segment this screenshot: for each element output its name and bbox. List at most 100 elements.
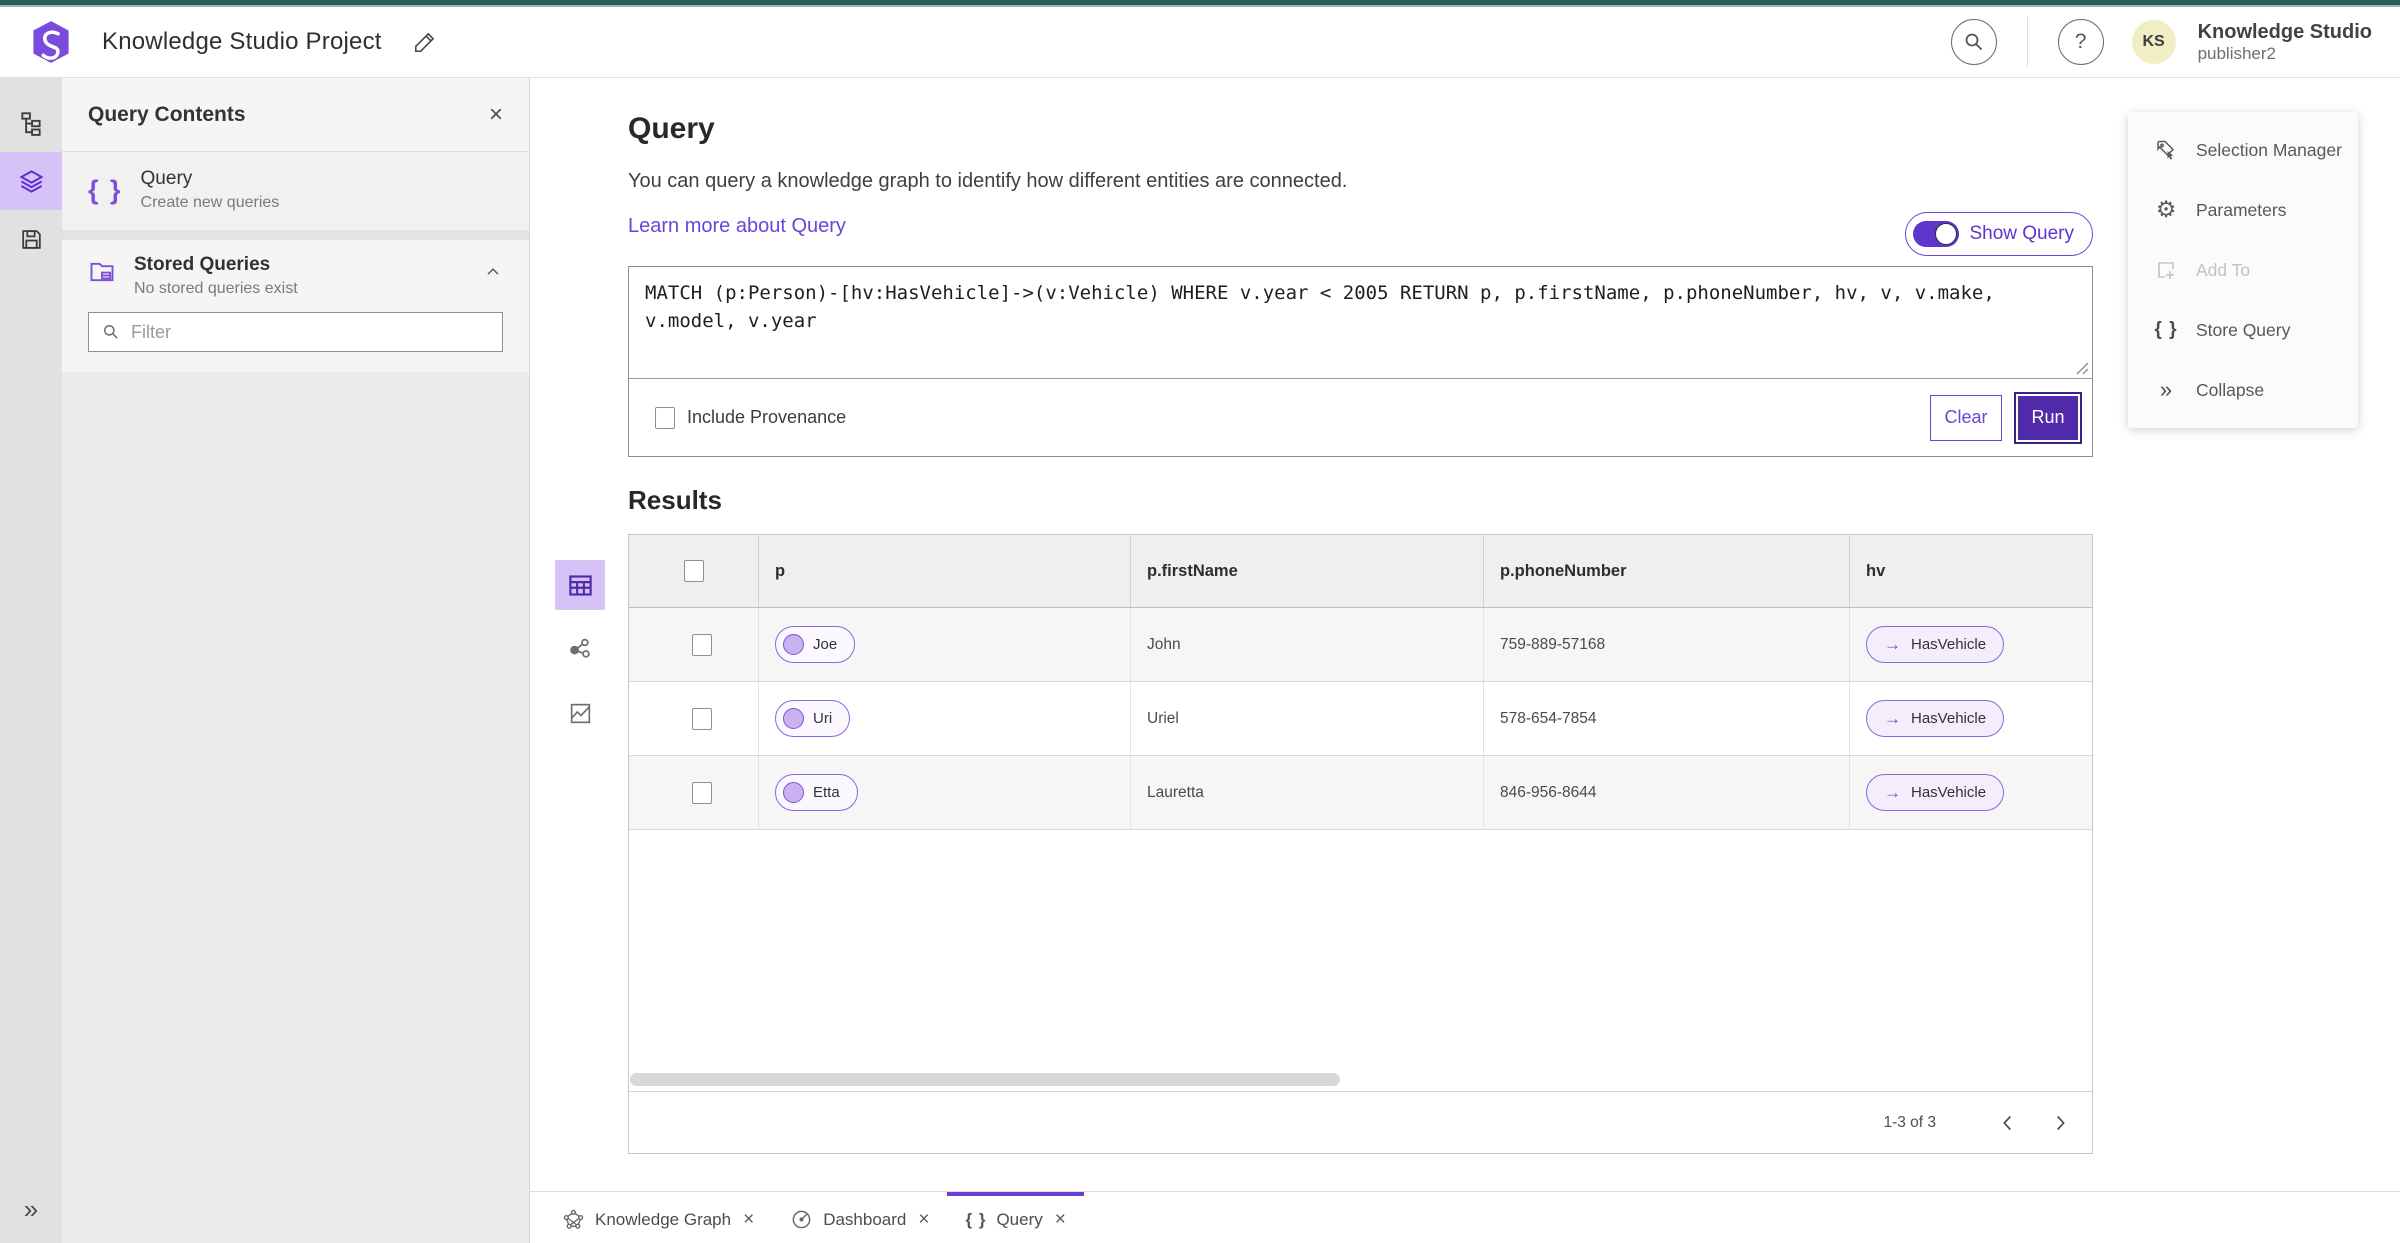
action-label: Add To: [2196, 259, 2251, 280]
edge-pill[interactable]: → HasVehicle: [1866, 626, 2005, 663]
chevron-up-icon[interactable]: [483, 262, 503, 287]
column-header-p[interactable]: p: [759, 535, 1131, 607]
tab-label: Dashboard: [823, 1209, 907, 1229]
filter-input[interactable]: [131, 321, 490, 343]
arrow-right-icon: →: [1884, 783, 1901, 802]
user-info: Knowledge Studio publisher2: [2198, 21, 2372, 64]
tab-knowledge-graph[interactable]: Knowledge Graph ×: [544, 1192, 772, 1243]
row-checkbox[interactable]: [691, 633, 712, 656]
cell-firstname: Lauretta: [1131, 756, 1484, 829]
node-label: Etta: [813, 784, 840, 801]
filter-field[interactable]: [88, 312, 503, 352]
braces-icon: { }: [88, 174, 123, 205]
include-provenance-label: Include Provenance: [687, 407, 847, 427]
view-network-button[interactable]: [555, 624, 605, 674]
brand-strip: [0, 0, 2400, 7]
username: publisher2: [2197, 43, 2277, 63]
page-title: Knowledge Studio Project: [102, 28, 382, 55]
include-provenance-checkbox[interactable]: [655, 406, 675, 429]
rail-item-hierarchy[interactable]: [0, 94, 62, 152]
selection-manager-item[interactable]: Selection Manager: [2128, 120, 2358, 180]
query-actions-panel: Selection Manager ⚙ Parameters Add To { …: [2128, 112, 2358, 428]
resize-handle[interactable]: [2076, 362, 2089, 380]
stored-queries-header[interactable]: Stored Queries No stored queries exist: [88, 254, 503, 298]
action-label: Parameters: [2196, 199, 2287, 220]
double-chevron-right-icon: »: [2159, 377, 2173, 402]
parameters-item[interactable]: ⚙ Parameters: [2128, 180, 2358, 240]
close-tab-icon[interactable]: ×: [918, 1210, 929, 1229]
search-button[interactable]: [1950, 19, 1997, 65]
table-row: Etta Lauretta 846-956-8644 → HasVehicle: [629, 756, 2092, 830]
gauge-icon: [790, 1208, 813, 1231]
query-item-subtitle: Create new queries: [140, 194, 280, 211]
map-view-icon: [568, 701, 593, 726]
node-icon: [783, 634, 804, 655]
app-header: Knowledge Studio Project ? KS Knowledge …: [0, 7, 2400, 78]
select-all-checkbox[interactable]: [683, 560, 704, 582]
edge-pill[interactable]: → HasVehicle: [1866, 774, 2005, 811]
column-header-phonenumber[interactable]: p.phoneNumber: [1484, 535, 1850, 607]
query-editor: MATCH (p:Person)-[hv:HasVehicle]->(v:Veh…: [628, 266, 2093, 457]
row-checkbox[interactable]: [691, 707, 712, 730]
pagination-label: 1-3 of 3: [1883, 1113, 1936, 1131]
tab-query[interactable]: { } Query ×: [947, 1192, 1084, 1243]
stored-queries-title: Stored Queries: [134, 254, 271, 275]
edge-pill[interactable]: → HasVehicle: [1866, 700, 2005, 737]
node-label: Joe: [813, 636, 838, 653]
store-query-item[interactable]: { } Store Query: [2128, 300, 2358, 360]
view-map-button[interactable]: [555, 688, 605, 738]
previous-page-button[interactable]: [1992, 1107, 2024, 1139]
close-tab-icon[interactable]: ×: [743, 1210, 754, 1229]
close-tab-icon[interactable]: ×: [1055, 1210, 1066, 1229]
cell-firstname: John: [1131, 608, 1484, 681]
clear-button[interactable]: Clear: [1930, 394, 2002, 441]
braces-icon: { }: [965, 1209, 987, 1229]
arrow-right-icon: →: [1884, 635, 1901, 654]
edit-title-icon[interactable]: [412, 29, 438, 55]
table-view-icon: [567, 572, 594, 599]
show-query-toggle[interactable]: Show Query: [1905, 212, 2093, 256]
cell-phonenumber: 578-654-7854: [1484, 682, 1850, 755]
arrow-right-icon: →: [1884, 709, 1901, 728]
node-pill[interactable]: Uri: [775, 700, 851, 737]
toggle-knob: [1935, 223, 1958, 245]
view-table-button[interactable]: [555, 560, 605, 610]
rail-item-queries[interactable]: [0, 152, 62, 210]
table-empty-space: [629, 830, 2092, 1091]
horizontal-scrollbar[interactable]: [630, 1073, 1340, 1086]
next-page-button[interactable]: [2044, 1107, 2076, 1139]
avatar[interactable]: KS: [2131, 20, 2176, 64]
column-header-hv[interactable]: hv: [1850, 535, 2092, 607]
add-to-icon: [2152, 258, 2180, 282]
expand-panel-button[interactable]: »: [0, 1194, 62, 1225]
rail-item-saved[interactable]: [0, 210, 62, 268]
close-panel-icon[interactable]: ×: [489, 102, 503, 127]
stored-queries-subtitle: No stored queries exist: [134, 280, 298, 297]
row-checkbox[interactable]: [691, 781, 712, 804]
table-header-row: p p.firstName p.phoneNumber hv: [629, 535, 2092, 608]
action-label: Collapse: [2196, 379, 2265, 400]
tab-label: Knowledge Graph: [595, 1209, 732, 1229]
query-text-input[interactable]: MATCH (p:Person)-[hv:HasVehicle]->(v:Veh…: [629, 267, 2092, 379]
bottom-tab-bar: Knowledge Graph × Dashboard × { } Query …: [530, 1191, 2400, 1243]
app-logo-icon[interactable]: [28, 18, 74, 66]
collapse-item[interactable]: » Collapse: [2128, 360, 2358, 420]
cell-firstname: Uriel: [1131, 682, 1484, 755]
panel-title: Query Contents: [88, 102, 246, 126]
layers-icon: [18, 168, 45, 195]
panel-header: Query Contents ×: [62, 78, 529, 152]
panel-item-query[interactable]: { } Query Create new queries: [62, 152, 529, 230]
node-pill[interactable]: Etta: [775, 774, 858, 811]
learn-more-link[interactable]: Learn more about Query: [628, 215, 846, 238]
left-icon-rail: »: [0, 78, 62, 1243]
query-item-title: Query: [140, 168, 193, 189]
column-header-firstname[interactable]: p.firstName: [1131, 535, 1484, 607]
tab-dashboard[interactable]: Dashboard ×: [772, 1192, 947, 1243]
show-query-label: Show Query: [1969, 223, 2074, 244]
node-pill[interactable]: Joe: [775, 626, 856, 663]
braces-icon: { }: [2154, 319, 2178, 340]
toggle-switch[interactable]: [1913, 221, 1960, 247]
cell-phonenumber: 846-956-8644: [1484, 756, 1850, 829]
run-button[interactable]: Run: [2014, 391, 2082, 444]
help-button[interactable]: ?: [2057, 19, 2104, 65]
